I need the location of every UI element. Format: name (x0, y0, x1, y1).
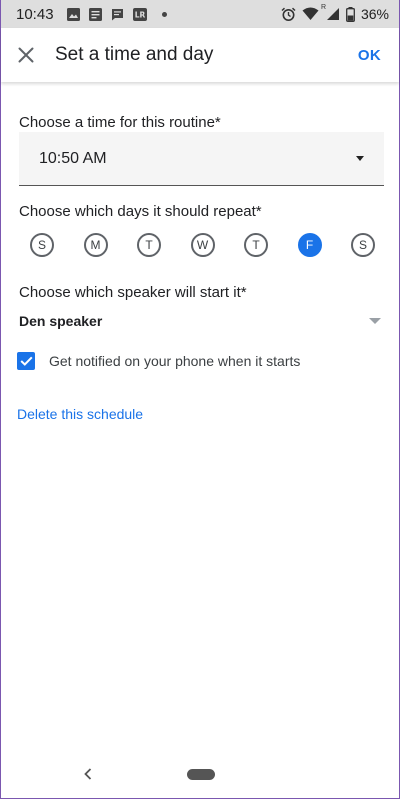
news-icon (88, 7, 102, 21)
day-saturday[interactable]: S (351, 233, 375, 257)
time-value: 10:50 AM (39, 149, 107, 167)
back-chevron-icon (84, 768, 92, 780)
day-thursday[interactable]: T (244, 233, 268, 257)
day-wednesday[interactable]: W (190, 233, 215, 257)
status-time: 10:43 (16, 5, 54, 23)
battery-percent: 36% (360, 6, 389, 22)
speaker-value: Den speaker (19, 313, 103, 329)
day-letter: T (145, 238, 153, 252)
dot-icon (161, 11, 167, 17)
screen: 10:43 LR R 36% Set a time and day OK Cho… (0, 0, 400, 799)
day-letter: W (196, 238, 209, 252)
cellular-icon: R (321, 4, 340, 21)
speaker-dropdown[interactable]: Den speaker (19, 310, 381, 332)
dropdown-arrow-icon (356, 156, 364, 161)
ok-button[interactable]: OK (354, 41, 385, 70)
day-friday[interactable]: F (297, 233, 322, 257)
status-left: 10:43 LR (16, 6, 167, 23)
dropdown-arrow-icon (369, 318, 381, 324)
notify-option: Get notified on your phone when it start… (17, 352, 300, 370)
image-icon (66, 7, 80, 21)
nav-home-pill[interactable] (187, 769, 215, 780)
time-section-label: Choose a time for this routine* (19, 114, 221, 131)
battery-icon (346, 6, 355, 22)
app-bar: Set a time and day OK (1, 28, 399, 82)
day-monday[interactable]: M (83, 233, 108, 257)
page-title: Set a time and day (55, 44, 214, 65)
day-letter: S (358, 238, 367, 252)
day-letter: T (252, 238, 260, 252)
time-dropdown[interactable]: 10:50 AM (19, 132, 384, 186)
notify-label: Get notified on your phone when it start… (49, 353, 301, 369)
nav-back-button[interactable] (81, 766, 95, 782)
status-right: R 36% (281, 4, 389, 22)
day-letter: S (37, 238, 46, 252)
close-button[interactable] (15, 44, 37, 66)
days-selector: S M T W T F S (30, 233, 375, 257)
days-section-label: Choose which days it should repeat* (19, 203, 262, 220)
day-letter: M (90, 238, 101, 252)
speaker-section-label: Choose which speaker will start it* (19, 284, 247, 301)
status-bar: 10:43 LR R 36% (1, 0, 399, 28)
notify-checkbox[interactable] (17, 352, 35, 370)
day-sunday[interactable]: S (30, 233, 54, 257)
lightroom-icon: LR (132, 7, 147, 21)
delete-schedule-link[interactable]: Delete this schedule (17, 406, 143, 422)
check-icon (20, 356, 33, 366)
alarm-icon (281, 7, 296, 22)
svg-text:LR: LR (134, 10, 145, 19)
close-icon (18, 47, 34, 63)
message-icon (111, 8, 124, 21)
day-tuesday[interactable]: T (137, 233, 161, 257)
wifi-icon (302, 7, 319, 21)
day-letter: F (305, 238, 314, 252)
signal-badge: R (320, 4, 327, 11)
